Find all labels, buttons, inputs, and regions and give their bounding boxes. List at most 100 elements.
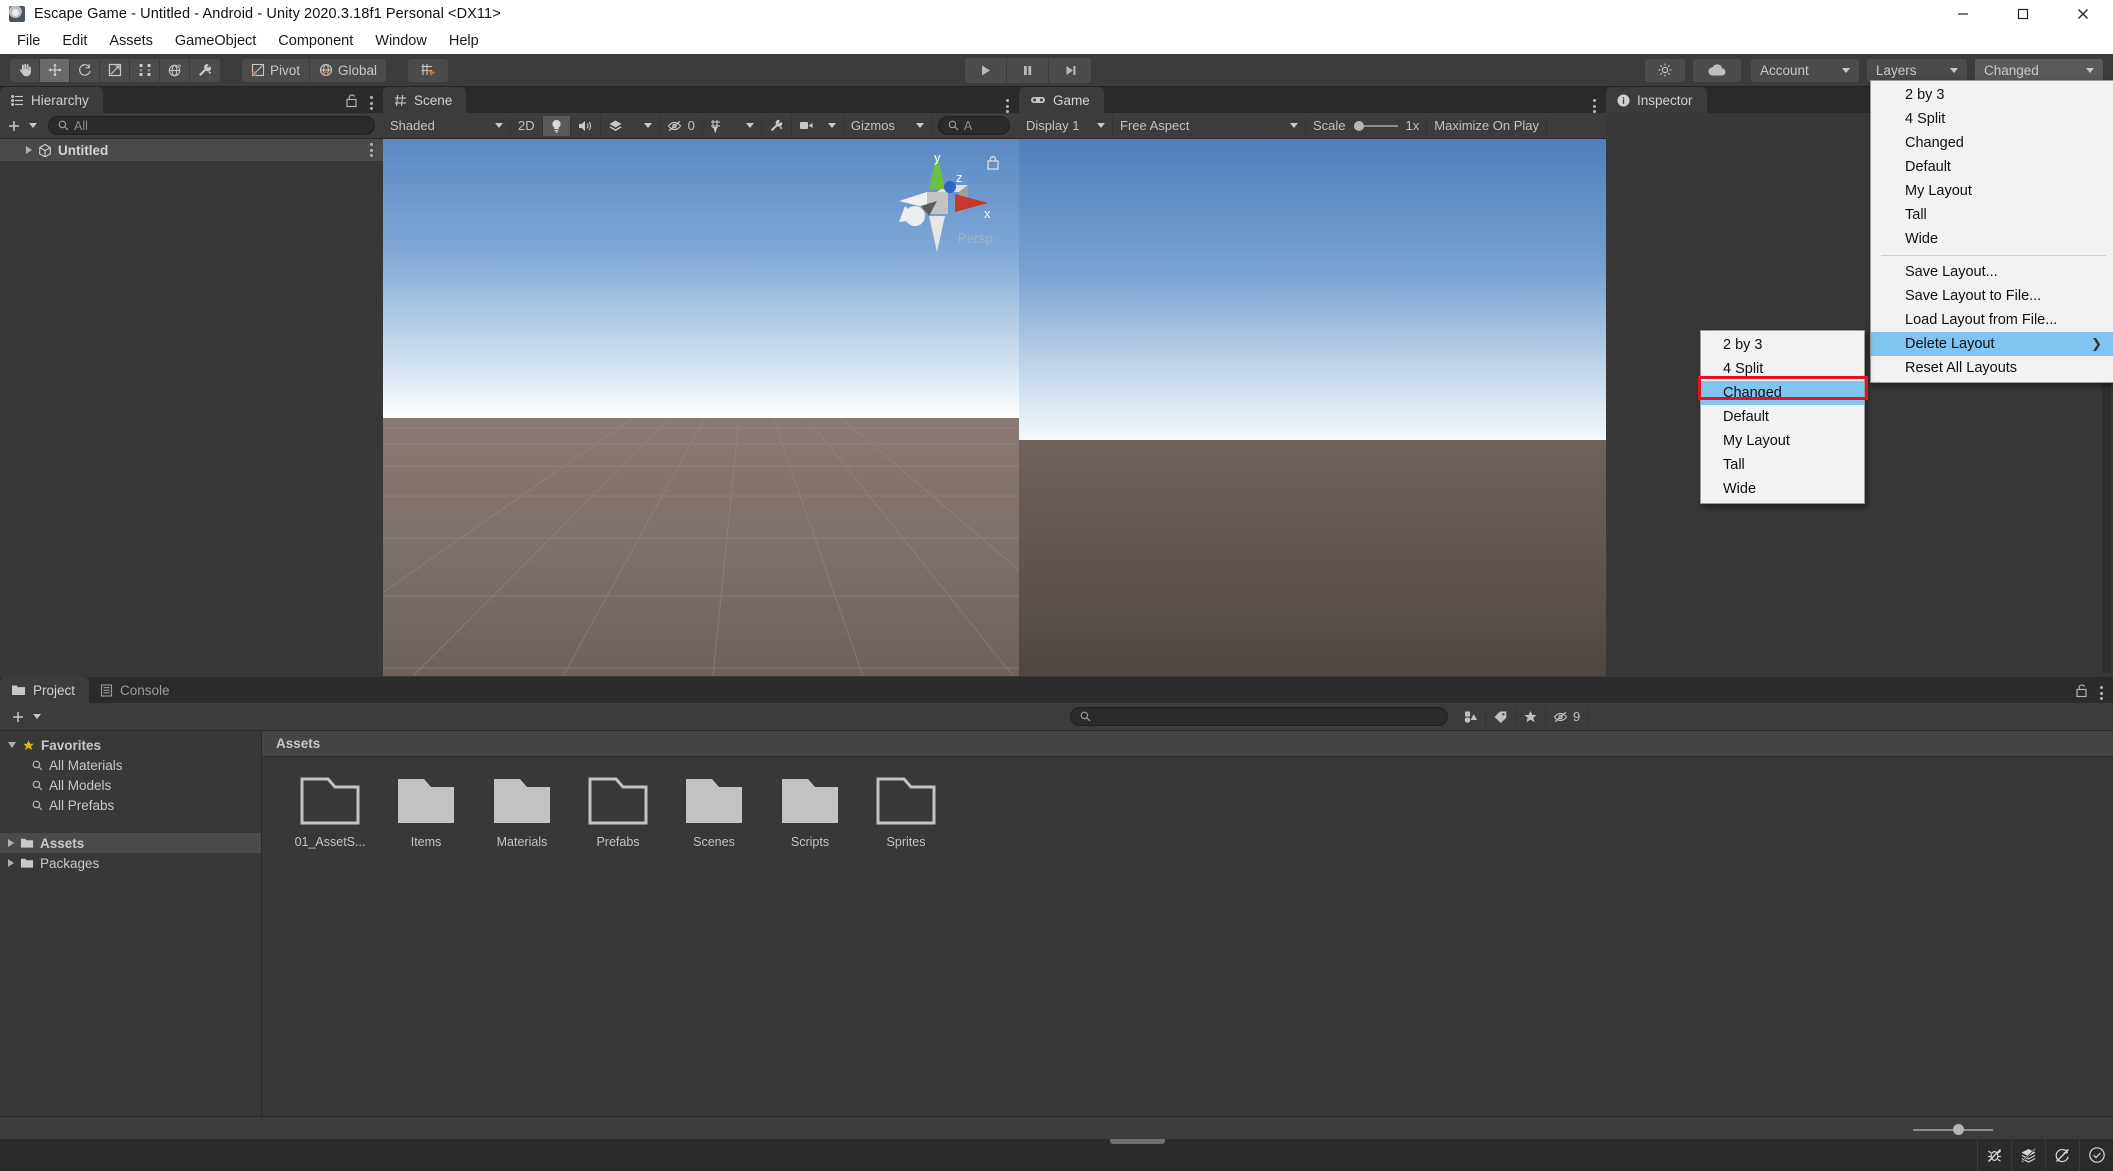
gizmos-toggle[interactable]: Gizmos [844,116,902,136]
layout-menu-item-reset-all-layouts[interactable]: Reset All Layouts [1871,356,2113,380]
tab-hierarchy[interactable]: Hierarchy [0,87,103,113]
kebab-icon[interactable] [1006,99,1009,113]
cloud-icon[interactable] [1693,58,1741,82]
layout-menu-item-wide[interactable]: Wide [1871,227,2113,251]
asset-item[interactable]: Scripts [768,775,852,849]
hand-tool-button[interactable] [10,58,40,82]
maximize-icon[interactable] [1993,0,2053,28]
tree-item-assets[interactable]: Assets [0,833,261,853]
scene-viewport[interactable]: y x z Persp [383,139,1019,676]
menu-component[interactable]: Component [267,30,364,52]
asset-item[interactable]: 01_AssetS... [288,775,372,849]
pause-icon[interactable] [1007,57,1049,83]
grid-icon[interactable] [703,116,732,136]
delete-submenu-item-my-layout[interactable]: My Layout [1701,429,1864,453]
favorite-all-materials[interactable]: All Materials [0,755,261,775]
layout-menu-item-default[interactable]: Default [1871,155,2113,179]
asset-item[interactable]: Sprites [864,775,948,849]
favorite-all-models[interactable]: All Models [0,775,261,795]
favorites-root[interactable]: Favorites [0,735,261,755]
lock-icon[interactable] [2075,683,2088,703]
delete-submenu-item-tall[interactable]: Tall [1701,453,1864,477]
close-icon[interactable] [2053,0,2113,28]
game-maximize-on-play-toggle[interactable]: Maximize On Play [1427,115,1548,136]
services-icon[interactable] [1645,58,1685,82]
sync-off-icon[interactable] [2045,1139,2079,1171]
layout-menu-item-save-layout[interactable]: Save Layout... [1871,260,2113,284]
play-icon[interactable] [965,57,1007,83]
grid-snap-icon[interactable] [408,58,449,82]
layout-menu-item-changed[interactable]: Changed [1871,131,2113,155]
scene-orientation-gizmo[interactable]: y x z [893,144,1003,264]
game-display-dropdown[interactable]: Display 1 [1019,115,1113,136]
layout-menu-item-save-layout-to-file[interactable]: Save Layout to File... [1871,284,2113,308]
asset-item[interactable]: Items [384,775,468,849]
global-toggle-button[interactable]: Global [310,58,387,82]
check-circle-icon[interactable] [2079,1139,2113,1171]
delete-submenu-item-wide[interactable]: Wide [1701,477,1864,501]
delete-submenu-item-changed[interactable]: Changed [1701,381,1864,405]
effects-icon[interactable] [601,116,630,136]
tab-project[interactable]: Project [0,677,90,703]
hierarchy-search-input[interactable]: All [48,116,375,135]
layout-menu-item-2by3[interactable]: 2 by 3 [1871,83,2113,107]
kebab-icon[interactable] [2100,686,2103,700]
lightbulb-icon[interactable] [542,115,571,136]
tab-game[interactable]: Game [1019,87,1104,113]
tree-item-packages[interactable]: Packages [0,853,261,873]
filter-type-icon[interactable] [1456,706,1486,727]
pivot-toggle-button[interactable]: Pivot [242,58,311,82]
expand-triangle-icon[interactable] [8,839,14,847]
scene-search-input[interactable]: A [937,116,1010,135]
asset-item[interactable]: Prefabs [576,775,660,849]
rect-tool-button[interactable] [130,58,160,82]
menu-window[interactable]: Window [364,30,438,52]
scene-draw-mode-dropdown[interactable]: Shaded [383,115,511,136]
tab-console[interactable]: Console [89,677,184,703]
delete-submenu-item-4split[interactable]: 4 Split [1701,357,1864,381]
menu-help[interactable]: Help [438,30,490,52]
layout-dropdown[interactable]: Changed [1975,58,2103,82]
project-hidden-objects-button[interactable]: 9 [1546,706,1589,727]
expand-triangle-icon[interactable] [8,742,16,748]
layout-menu-item-my-layout[interactable]: My Layout [1871,179,2113,203]
scale-slider-track[interactable] [1353,120,1398,131]
rotate-tool-button[interactable] [70,58,100,82]
layout-menu-item-delete-layout[interactable]: Delete Layout ❯ [1871,332,2113,356]
kebab-icon[interactable] [1593,99,1596,113]
thumbnail-size-slider[interactable] [1913,1123,1993,1135]
scene-projection-label[interactable]: Persp [958,231,993,246]
game-aspect-dropdown[interactable]: Free Aspect [1113,115,1306,136]
lock-icon[interactable] [345,93,358,113]
layers-off-icon[interactable] [2011,1139,2045,1171]
favorite-all-prefabs[interactable]: All Prefabs [0,795,261,815]
move-tool-button[interactable] [40,58,70,82]
game-viewport[interactable] [1019,139,1606,676]
menu-file[interactable]: File [6,30,51,52]
camera-icon[interactable] [792,115,844,136]
thumbnail-size-knob[interactable] [1953,1123,1964,1135]
account-dropdown[interactable]: Account [1751,58,1859,82]
project-add-button[interactable] [4,707,48,727]
star-icon[interactable] [1516,706,1546,727]
scene-hidden-objects-toggle[interactable]: 0 [660,115,703,136]
effects-dropdown[interactable] [630,115,660,136]
layout-menu-item-tall[interactable]: Tall [1871,203,2113,227]
menu-edit[interactable]: Edit [51,30,98,52]
kebab-icon[interactable] [370,96,373,110]
kebab-icon[interactable] [370,143,373,157]
grid-dropdown[interactable] [732,115,762,136]
hierarchy-add-button[interactable] [0,116,44,136]
layout-menu-item-4split[interactable]: 4 Split [1871,107,2113,131]
expand-triangle-icon[interactable] [26,146,32,154]
layout-menu-item-load-layout-from-file[interactable]: Load Layout from File... [1871,308,2113,332]
delete-submenu-item-default[interactable]: Default [1701,405,1864,429]
scene-2d-toggle[interactable]: 2D [511,115,543,136]
custom-tool-button[interactable] [190,58,220,82]
game-scale-slider[interactable]: Scale 1x [1306,115,1428,136]
tools-icon[interactable] [762,115,792,136]
scale-tool-button[interactable] [100,58,130,82]
bug-off-icon[interactable] [1977,1139,2011,1171]
asset-item[interactable]: Scenes [672,775,756,849]
hierarchy-item-untitled[interactable]: Untitled [0,139,383,161]
